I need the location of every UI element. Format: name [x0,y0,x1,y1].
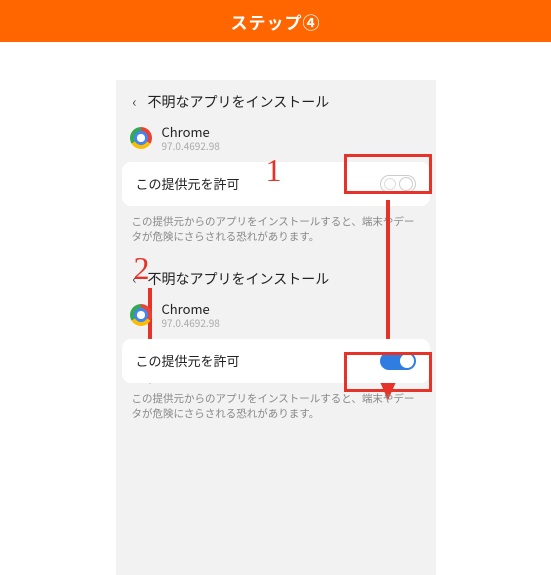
screen-title-row: ‹ 不明なアプリをインストール [116,267,436,297]
content-area: ‹ 不明なアプリをインストール Chrome 97.0.4692.98 この提供… [0,42,551,575]
back-chevron-icon[interactable]: ‹ [128,92,142,112]
chrome-icon [130,127,152,149]
phone-column: ‹ 不明なアプリをインストール Chrome 97.0.4692.98 この提供… [116,80,436,575]
screen-title: 不明なアプリをインストール [148,92,330,112]
app-meta: Chrome 97.0.4692.98 [162,124,220,152]
screen-title-row: ‹ 不明なアプリをインストール [116,90,436,120]
step-header: ステップ④ [0,0,551,42]
app-version: 97.0.4692.98 [162,140,220,152]
app-row: Chrome 97.0.4692.98 [116,297,436,339]
back-chevron-icon[interactable]: ‹ [128,269,142,289]
settings-panel-after: ‹ 不明なアプリをインストール Chrome 97.0.4692.98 この提供… [116,257,436,434]
screen-title: 不明なアプリをインストール [148,269,330,289]
chrome-icon [130,304,152,326]
allow-source-label: この提供元を許可 [136,351,240,370]
app-version: 97.0.4692.98 [162,317,220,329]
annotation-number-1: 1 [266,152,282,189]
allow-source-label: この提供元を許可 [136,174,240,193]
highlight-box-2 [344,352,432,392]
app-meta: Chrome 97.0.4692.98 [162,301,220,329]
warning-text: この提供元からのアプリをインストールすると、端末やデータが危険にさらされる恐れが… [116,206,436,246]
step-title: ステップ④ [231,9,321,34]
highlight-box-1 [344,154,432,194]
